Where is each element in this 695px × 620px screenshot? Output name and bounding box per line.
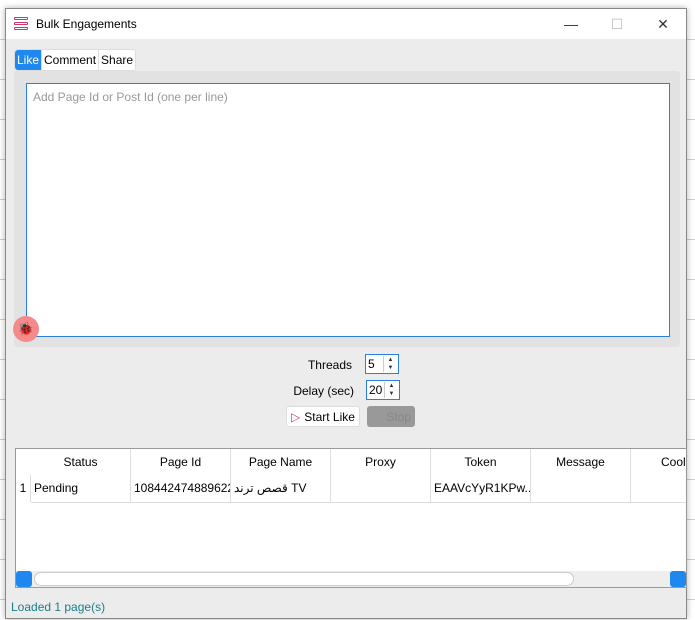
stop-button[interactable]: Stop <box>367 406 415 427</box>
delay-value: 20 <box>369 383 383 397</box>
threads-label: Threads <box>307 358 352 372</box>
cell-cool <box>631 475 686 502</box>
window-title: Bulk Engagements <box>36 17 137 31</box>
start-like-label: Start Like <box>304 409 355 424</box>
table-row[interactable]: Pending 108442474889622 قصص ترند TV EAAV… <box>31 475 686 503</box>
cell-page-id: 108442474889622 <box>131 475 231 502</box>
cell-token: EAAVcYyR1KPw... <box>431 475 531 502</box>
row-number: 1 <box>16 475 31 502</box>
col-message[interactable]: Message <box>531 449 631 475</box>
scroll-left-button[interactable] <box>16 571 32 587</box>
cell-message <box>531 475 631 502</box>
minimize-button[interactable]: — <box>548 9 594 39</box>
table-header: Status Page Id Page Name Proxy Token Mes… <box>31 449 686 475</box>
col-status[interactable]: Status <box>31 449 131 475</box>
col-page-id[interactable]: Page Id <box>131 449 231 475</box>
like-panel: Add Page Id or Post Id (one per line) <box>14 71 680 347</box>
bug-icon[interactable]: 🐞 <box>13 316 39 342</box>
scroll-right-button[interactable] <box>670 571 686 587</box>
cell-status: Pending <box>31 475 131 502</box>
threads-value: 5 <box>368 357 375 371</box>
tab-bar: Like Comment Share <box>14 49 137 71</box>
spin-arrows-icon[interactable]: ▲ ▼ <box>384 382 398 398</box>
cell-page-name: قصص ترند TV <box>231 475 331 502</box>
cell-proxy <box>331 475 431 502</box>
col-cool[interactable]: Cool <box>631 449 686 475</box>
pages-table: Status Page Id Page Name Proxy Token Mes… <box>15 448 687 588</box>
close-button[interactable]: ✕ <box>640 9 686 39</box>
app-icon <box>14 17 28 31</box>
tab-like[interactable]: Like <box>15 50 43 70</box>
tab-share[interactable]: Share <box>99 50 135 70</box>
scrollbar-thumb[interactable] <box>34 572 574 586</box>
col-proxy[interactable]: Proxy <box>331 449 431 475</box>
threads-spinbox[interactable]: 5 ▲ ▼ <box>365 354 399 374</box>
bulk-engagements-window: Bulk Engagements — ☐ ✕ Like Comment Shar… <box>5 8 687 619</box>
tab-comment[interactable]: Comment <box>42 50 100 70</box>
delay-spinbox[interactable]: 20 ▲ ▼ <box>366 380 400 400</box>
maximize-button[interactable]: ☐ <box>594 9 640 39</box>
spin-arrows-icon[interactable]: ▲ ▼ <box>383 356 397 372</box>
title-bar: Bulk Engagements — ☐ ✕ <box>6 9 686 39</box>
delay-label: Delay (sec) <box>293 384 354 398</box>
status-text: Loaded 1 page(s) <box>11 600 106 614</box>
ids-textarea[interactable]: Add Page Id or Post Id (one per line) <box>26 83 670 337</box>
play-icon: ▷ <box>291 409 301 424</box>
col-page-name[interactable]: Page Name <box>231 449 331 475</box>
col-token[interactable]: Token <box>431 449 531 475</box>
horizontal-scrollbar[interactable] <box>16 571 686 587</box>
start-like-button[interactable]: ▷ Start Like <box>286 406 360 427</box>
